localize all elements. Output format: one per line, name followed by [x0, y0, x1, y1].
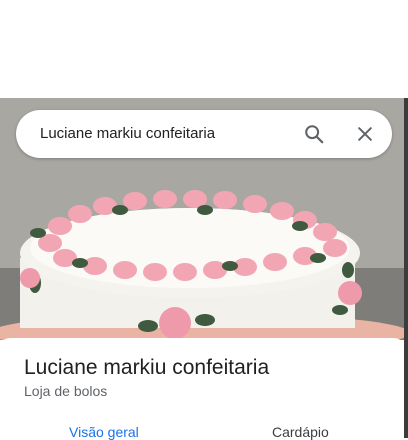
close-icon — [358, 127, 372, 141]
clear-search-button[interactable] — [353, 122, 377, 146]
scrollbar[interactable] — [404, 98, 408, 438]
search-bar[interactable]: Luciane markiu confeitaria — [16, 110, 392, 158]
place-category: Loja de bolos — [24, 383, 108, 399]
tab-menu[interactable]: Cardápio — [272, 424, 329, 440]
place-title: Luciane markiu confeitaria — [24, 356, 270, 379]
search-input[interactable]: Luciane markiu confeitaria — [40, 110, 215, 158]
tab-overview[interactable]: Visão geral — [69, 424, 139, 440]
search-icon — [305, 125, 324, 144]
search-button[interactable] — [302, 122, 326, 146]
place-info-panel: Luciane markiu confeitaria Loja de bolos… — [0, 338, 404, 440]
